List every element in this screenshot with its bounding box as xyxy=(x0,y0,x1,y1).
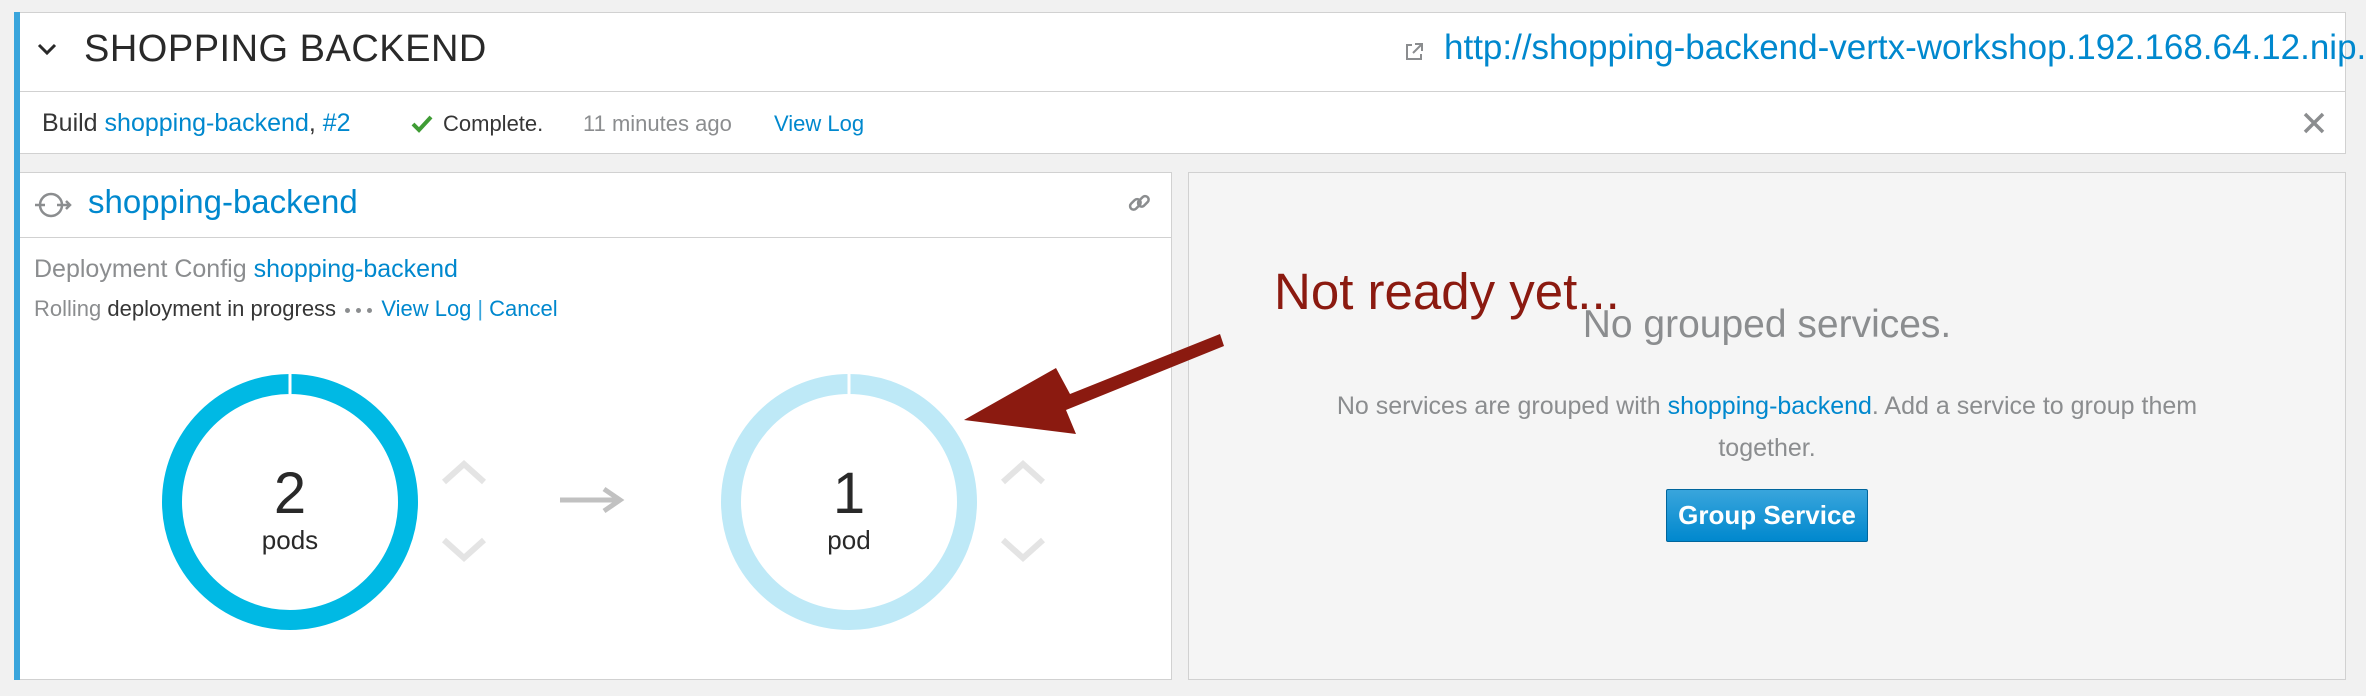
build-info: Build shopping-backend, #2 xyxy=(42,109,351,138)
new-pods-unit: pod xyxy=(827,525,871,555)
build-time: 11 minutes ago xyxy=(583,111,732,136)
service-link[interactable]: shopping-backend xyxy=(1668,392,1872,420)
build-status: Complete. xyxy=(443,111,544,136)
scale-up-icon[interactable] xyxy=(440,458,488,488)
build-number-link[interactable]: #2 xyxy=(323,109,351,137)
old-pods-unit: pods xyxy=(261,525,319,555)
divider xyxy=(20,237,1172,238)
scale-down-icon[interactable] xyxy=(999,534,1047,564)
scale-down-icon[interactable] xyxy=(440,534,488,564)
build-bar xyxy=(20,92,2346,154)
new-pods-count: 1 xyxy=(832,461,866,526)
group-service-button[interactable]: Group Service xyxy=(1666,489,1868,542)
build-view-log-link[interactable]: View Log xyxy=(774,111,864,137)
link-icon[interactable] xyxy=(1126,190,1152,216)
check-icon xyxy=(411,115,433,133)
old-pods-count: 2 xyxy=(273,461,307,526)
build-name-link[interactable]: shopping-backend xyxy=(105,109,309,137)
route-link[interactable]: http://shopping-backend-vertx-workshop.1… xyxy=(1444,28,2366,68)
deployment-config-line: Deployment Config shopping-backend xyxy=(34,255,458,284)
config-name-link[interactable]: shopping-backend xyxy=(254,255,458,283)
progress-dots-icon xyxy=(342,296,375,321)
page-title: SHOPPING BACKEND xyxy=(84,28,487,70)
annotation-arrow-icon xyxy=(964,334,1224,434)
cancel-deployment-link[interactable]: Cancel xyxy=(489,296,557,321)
scale-up-icon[interactable] xyxy=(999,458,1047,488)
separator: | xyxy=(477,296,484,321)
external-link-icon xyxy=(1406,43,1423,60)
build-prefix: Build xyxy=(42,109,105,137)
deployment-progress-line: Rolling deployment in progress View Log |… xyxy=(34,296,558,322)
chevron-down-icon[interactable] xyxy=(34,36,60,62)
arrow-right-icon xyxy=(560,486,625,514)
strategy-label: Rolling xyxy=(34,296,102,321)
close-icon[interactable] xyxy=(2301,110,2327,136)
description-text: No services are grouped with xyxy=(1336,392,1668,420)
empty-services-description: No services are grouped with shopping-ba… xyxy=(1300,385,2234,469)
annotation-text: Not ready yet... xyxy=(1274,263,1620,320)
progress-text: deployment in progress xyxy=(101,296,337,321)
config-label: Deployment Config xyxy=(34,255,254,283)
build-separator: , xyxy=(308,109,323,137)
deployment-name-link[interactable]: shopping-backend xyxy=(88,183,358,221)
deployment-config-icon xyxy=(35,192,72,218)
deployment-view-log-link[interactable]: View Log xyxy=(381,296,471,321)
